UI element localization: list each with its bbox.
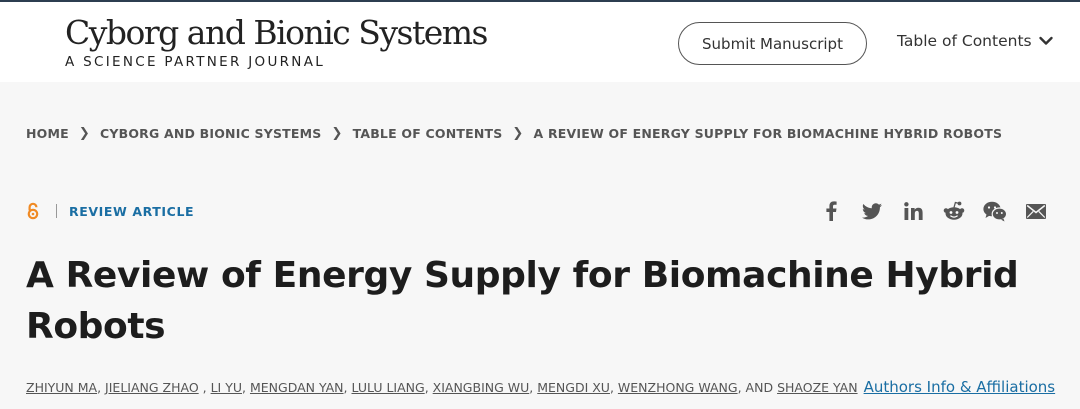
chevron-right-icon: ❯ [78,126,90,141]
article-title: A Review of Energy Supply for Biomachine… [26,255,1019,347]
article-meta: REVIEW ARTICLE [26,202,194,220]
share-toolbar [818,198,1049,224]
twitter-icon[interactable] [859,198,885,224]
author-link[interactable]: LULU LIANG [352,380,425,395]
breadcrumb-toc[interactable]: TABLE OF CONTENTS [353,126,503,141]
breadcrumb: HOME ❯ CYBORG AND BIONIC SYSTEMS ❯ TABLE… [26,126,1002,141]
table-of-contents-menu[interactable]: Table of Contents [897,32,1054,50]
journal-subtitle: A SCIENCE PARTNER JOURNAL [65,54,326,70]
author-list: ZHIYUN MA, JIELIANG ZHAO , LI YU, MENGDA… [26,378,1056,396]
toc-label: Table of Contents [897,32,1032,50]
author-link[interactable]: XIANGBING WU [433,380,530,395]
wechat-icon[interactable] [982,198,1008,224]
breadcrumb-home[interactable]: HOME [26,126,69,141]
divider [56,204,57,218]
facebook-icon[interactable] [818,198,844,224]
chevron-right-icon: ❯ [512,126,524,141]
author-link[interactable]: MENGDI XU [537,380,610,395]
email-icon[interactable] [1023,198,1049,224]
article-type-label: REVIEW ARTICLE [69,203,195,219]
author-link[interactable]: SHAOZE YAN [777,380,858,395]
author-link[interactable]: LI YU [211,380,242,395]
author-link[interactable]: JIELIANG ZHAO [105,380,199,395]
author-link[interactable]: ZHIYUN MA [26,380,97,395]
journal-title: Cyborg and Bionic Systems [65,13,488,52]
author-link[interactable]: MENGDAN YAN [250,380,344,395]
linkedin-icon[interactable] [900,198,926,224]
authors-affiliations-link[interactable]: Authors Info & Affiliations [864,378,1056,396]
reddit-icon[interactable] [941,198,967,224]
breadcrumb-current: A REVIEW OF ENERGY SUPPLY FOR BIOMACHINE… [533,126,1003,141]
author-link[interactable]: WENZHONG WANG [618,380,738,395]
authors-conjunction: , AND [737,380,774,395]
breadcrumb-journal[interactable]: CYBORG AND BIONIC SYSTEMS [100,126,322,141]
chevron-right-icon: ❯ [331,126,343,141]
site-header: Cyborg and Bionic Systems A SCIENCE PART… [0,0,1080,82]
chevron-down-icon [1038,33,1054,49]
submit-manuscript-button[interactable]: Submit Manuscript [678,22,867,65]
article-header-section: HOME ❯ CYBORG AND BIONIC SYSTEMS ❯ TABLE… [0,82,1080,409]
open-access-icon [26,202,40,220]
journal-logo[interactable]: Cyborg and Bionic Systems A SCIENCE PART… [65,13,488,71]
